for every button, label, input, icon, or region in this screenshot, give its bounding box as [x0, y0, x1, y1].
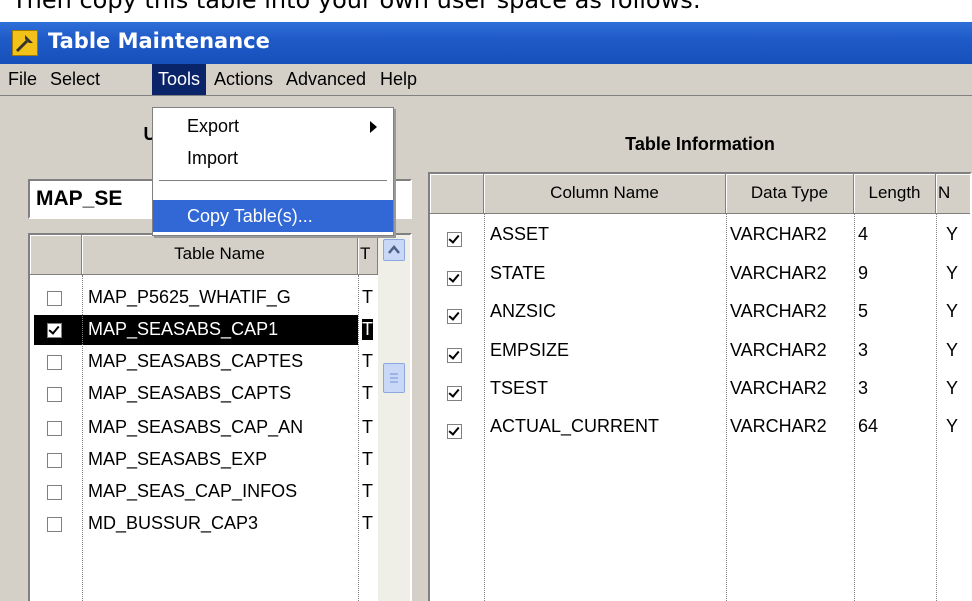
- data-type-cell: VARCHAR2: [730, 416, 827, 436]
- menu-item-export-label: Export: [187, 116, 240, 136]
- table-maintenance-window: Table Maintenance File Select Tools Acti…: [0, 22, 972, 601]
- table-name-cell[interactable]: MAP_SEAS_CAP_INFOS: [88, 481, 297, 502]
- table-name-cell[interactable]: MAP_P5625_WHATIF_G: [88, 287, 291, 308]
- nullable-cell: Y: [946, 340, 959, 360]
- table-list: Table Name T MAP_P5625_WHATIF_G T MAP_SE…: [28, 233, 412, 601]
- column-divider: [358, 275, 359, 601]
- scroll-up-button[interactable]: [383, 239, 405, 261]
- column-name-cell[interactable]: EMPSIZE: [490, 340, 569, 361]
- table-type-cell: T: [362, 449, 373, 469]
- instruction-caption: Then copy this table into your own user …: [12, 0, 701, 14]
- column-name-cell[interactable]: TSEST: [490, 378, 548, 399]
- data-type-cell: VARCHAR2: [730, 224, 827, 244]
- length-cell: 9: [858, 263, 869, 283]
- menu-select[interactable]: Select: [44, 64, 106, 95]
- row-checkbox[interactable]: [47, 485, 62, 500]
- data-type-cell: VARCHAR2: [730, 378, 827, 398]
- row-checkbox[interactable]: [47, 291, 62, 306]
- length-header[interactable]: Length: [854, 174, 936, 214]
- row-checkbox[interactable]: [47, 323, 62, 338]
- column-divider: [936, 214, 937, 601]
- nullable-cell: Y: [946, 416, 959, 436]
- menu-item-export[interactable]: Export: [153, 110, 393, 142]
- table-name-cell[interactable]: MAP_SEASABS_CAP_AN: [88, 417, 303, 438]
- row-checkbox[interactable]: [47, 421, 62, 436]
- table-type-cell: T: [362, 481, 373, 501]
- grip-icon: [390, 373, 398, 383]
- column-name-cell[interactable]: ANZSIC: [490, 301, 556, 322]
- column-checkbox[interactable]: [447, 386, 462, 401]
- nullable-cell: Y: [946, 263, 959, 283]
- column-checkbox[interactable]: [447, 424, 462, 439]
- right-panel-heading: Table Information: [625, 134, 775, 154]
- length-cell: 64: [858, 416, 879, 436]
- column-divider: [82, 275, 83, 601]
- data-type-cell: VARCHAR2: [730, 340, 827, 360]
- row-checkbox[interactable]: [47, 387, 62, 402]
- table-info-grid: Column Name Data Type Length N ASSET VAR…: [428, 172, 972, 601]
- menu-tools[interactable]: Tools: [152, 64, 207, 95]
- menu-advanced[interactable]: Advanced: [280, 64, 372, 95]
- nullable-header[interactable]: N: [936, 174, 970, 214]
- table-name-cell[interactable]: MAP_SEASABS_EXP: [88, 449, 267, 470]
- data-type-cell: VARCHAR2: [730, 263, 827, 283]
- table-type-cell: T: [362, 417, 373, 437]
- menu-help[interactable]: Help: [374, 64, 423, 95]
- table-type-cell: T: [362, 383, 373, 403]
- column-name-header[interactable]: Column Name: [484, 174, 726, 214]
- table-type-cell: T: [362, 513, 373, 533]
- table-name-cell[interactable]: MAP_SEASABS_CAP1: [88, 319, 278, 340]
- menu-item-copy-tables[interactable]: Copy Table(s)...: [153, 200, 393, 232]
- menu-bar: File Select Tools Actions Advanced Help: [0, 64, 972, 96]
- column-name-cell[interactable]: ASSET: [490, 224, 549, 245]
- row-checkbox[interactable]: [47, 517, 62, 532]
- nullable-cell: Y: [946, 301, 959, 321]
- nullable-cell: Y: [946, 224, 959, 244]
- column-divider: [484, 214, 485, 601]
- chevron-up-icon: [388, 245, 400, 254]
- row-checkbox[interactable]: [47, 453, 62, 468]
- app-icon: [12, 30, 38, 56]
- length-cell: 3: [858, 340, 869, 360]
- submenu-arrow-icon: [370, 121, 377, 133]
- column-checkbox[interactable]: [447, 271, 462, 286]
- table-name-header[interactable]: Table Name: [82, 235, 358, 275]
- column-name-cell[interactable]: STATE: [490, 263, 545, 284]
- title-bar[interactable]: Table Maintenance: [0, 22, 972, 64]
- table-name-cell[interactable]: MD_BUSSUR_CAP3: [88, 513, 258, 534]
- table-type-header[interactable]: T: [358, 235, 378, 275]
- data-type-cell: VARCHAR2: [730, 301, 827, 321]
- vertical-scrollbar[interactable]: [378, 235, 410, 601]
- scroll-thumb[interactable]: [383, 363, 405, 393]
- column-checkbox[interactable]: [447, 309, 462, 324]
- column-checkbox[interactable]: [447, 232, 462, 247]
- length-cell: 4: [858, 224, 869, 244]
- column-checkbox[interactable]: [447, 348, 462, 363]
- table-type-cell: T: [362, 319, 373, 340]
- table-type-cell: T: [362, 287, 373, 307]
- column-name-cell[interactable]: ACTUAL_CURRENT: [490, 416, 659, 437]
- menu-actions[interactable]: Actions: [208, 64, 279, 95]
- table-list-check-header: [30, 235, 82, 275]
- window-title: Table Maintenance: [48, 29, 270, 53]
- length-cell: 5: [858, 301, 869, 321]
- table-name-cell[interactable]: MAP_SEASABS_CAPTES: [88, 351, 303, 372]
- nullable-cell: Y: [946, 378, 959, 398]
- data-type-header[interactable]: Data Type: [726, 174, 854, 214]
- column-check-header: [430, 174, 484, 214]
- column-divider: [854, 214, 855, 601]
- length-cell: 3: [858, 378, 869, 398]
- table-name-cell[interactable]: MAP_SEASABS_CAPTS: [88, 383, 291, 404]
- menu-item-import[interactable]: Import: [153, 142, 393, 174]
- menu-separator: [159, 180, 387, 182]
- table-type-cell: T: [362, 351, 373, 371]
- menu-file[interactable]: File: [2, 64, 43, 95]
- row-checkbox[interactable]: [47, 355, 62, 370]
- tools-dropdown-menu: Export Import Copy Table(s)...: [152, 107, 394, 236]
- column-divider: [726, 214, 727, 601]
